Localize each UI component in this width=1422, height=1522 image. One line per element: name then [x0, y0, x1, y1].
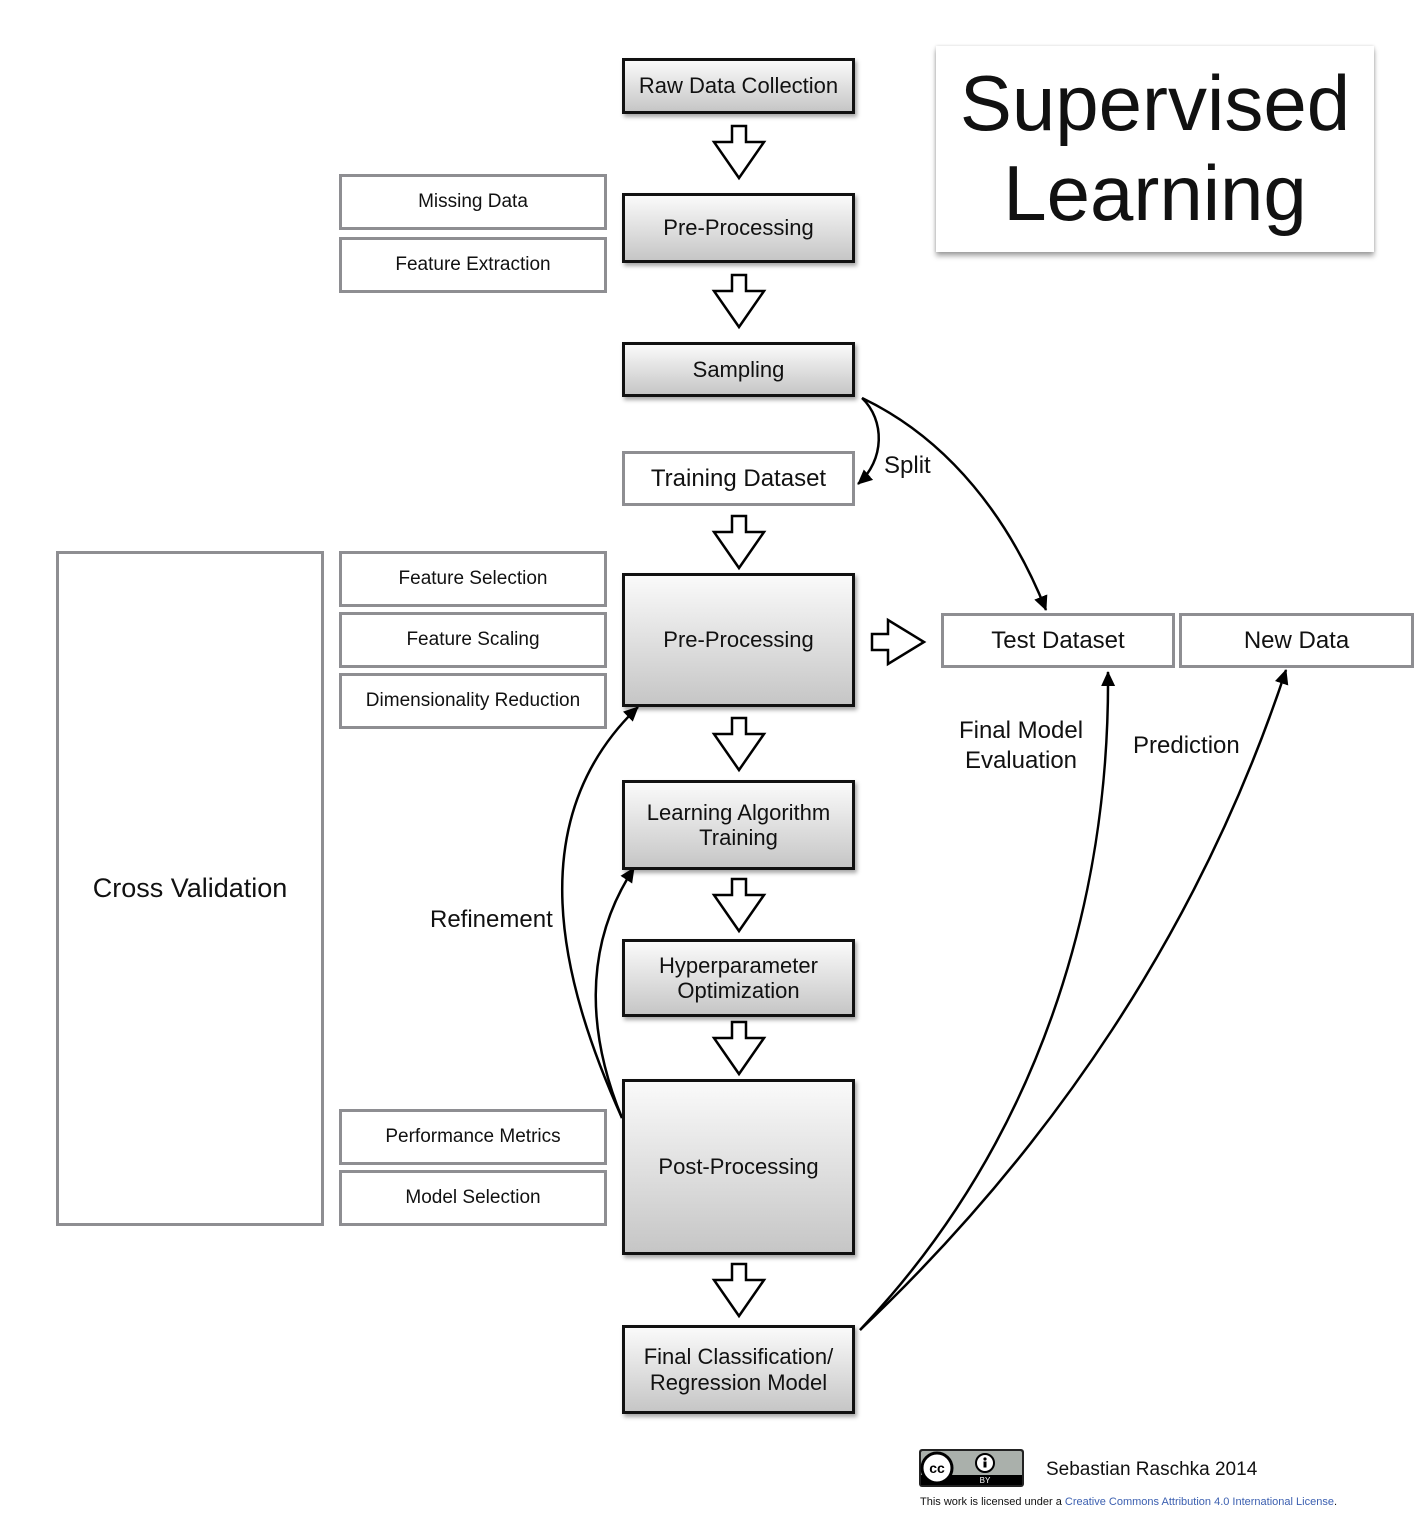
- feature-selection-label: Feature Selection: [398, 568, 548, 590]
- feature-scaling-box: Feature Scaling: [339, 612, 607, 668]
- cross-validation-box: Cross Validation: [56, 551, 324, 1226]
- author-credit: Sebastian Raschka 2014: [1046, 1459, 1258, 1480]
- flow-arrow-down-icon: [711, 716, 767, 773]
- performance-metrics-label: Performance Metrics: [385, 1126, 561, 1148]
- performance-metrics-box: Performance Metrics: [339, 1109, 607, 1165]
- final-model-box: Final Classification/ Regression Model: [622, 1325, 855, 1414]
- feature-scaling-label: Feature Scaling: [406, 629, 540, 651]
- license-prefix: This work is licensed under a: [920, 1496, 1065, 1508]
- cc-by-license-badge[interactable]: cc BY: [919, 1449, 1024, 1487]
- learning-algorithm-training-box: Learning Algorithm Training: [622, 780, 855, 870]
- test-dataset-box: Test Dataset: [941, 613, 1175, 668]
- creative-commons-icon: cc BY: [920, 1451, 1022, 1485]
- hyperparameter-label-line1: Hyperparameter: [659, 952, 818, 978]
- final-model-label-line1: Final Classification/: [643, 1344, 834, 1370]
- post-processing-box: Post-Processing: [622, 1079, 855, 1255]
- cc-text: cc: [929, 1460, 945, 1476]
- flow-arrow-down-icon: [711, 877, 767, 934]
- sampling-box: Sampling: [622, 342, 855, 397]
- training-dataset-label: Training Dataset: [650, 464, 827, 492]
- training-dataset-box: Training Dataset: [622, 451, 855, 506]
- license-suffix: .: [1333, 1496, 1338, 1508]
- final-model-evaluation-line2: Evaluation: [964, 747, 1078, 774]
- pre-processing-box-2: Pre-Processing: [622, 573, 855, 707]
- title-line-2: Learning: [1003, 149, 1307, 237]
- hyperparameter-label-line2: Optimization: [677, 978, 800, 1003]
- feature-extraction-label: Feature Extraction: [395, 254, 551, 276]
- flow-arrow-down-icon: [711, 273, 767, 330]
- pre-processing-label-2: Pre-Processing: [663, 627, 814, 653]
- diagram-title: Supervised Learning: [936, 46, 1374, 252]
- new-data-label: New Data: [1243, 626, 1350, 654]
- raw-data-collection-box: Raw Data Collection: [622, 58, 855, 114]
- final-model-evaluation-label: Final Model Evaluation: [950, 716, 1092, 776]
- flow-arrow-down-icon: [711, 514, 767, 571]
- license-link[interactable]: Creative Commons Attribution 4.0 Interna…: [1065, 1496, 1334, 1508]
- raw-data-collection-label: Raw Data Collection: [638, 73, 839, 99]
- flow-arrow-down-icon: [711, 124, 767, 181]
- final-model-evaluation-line1: Final Model: [958, 717, 1084, 744]
- flow-arrow-down-icon: [711, 1262, 767, 1319]
- prediction-label: Prediction: [1133, 732, 1240, 759]
- by-text: BY: [980, 1476, 991, 1485]
- pre-processing-box-1: Pre-Processing: [622, 193, 855, 263]
- test-split-arrow: [861, 396, 1048, 611]
- hyperparameter-optimization-box: Hyperparameter Optimization: [622, 939, 855, 1017]
- title-line-1: Supervised: [959, 59, 1351, 147]
- missing-data-box: Missing Data: [339, 174, 607, 230]
- test-dataset-label: Test Dataset: [991, 626, 1125, 654]
- learning-algorithm-label-line1: Learning Algorithm: [646, 799, 831, 825]
- dimensionality-reduction-box: Dimensionality Reduction: [339, 673, 607, 729]
- dimensionality-reduction-label: Dimensionality Reduction: [365, 690, 581, 712]
- model-selection-label: Model Selection: [405, 1187, 541, 1209]
- refinement-label: Refinement: [430, 906, 553, 933]
- flow-arrow-right-icon: [870, 617, 927, 667]
- cross-validation-label: Cross Validation: [92, 872, 288, 903]
- post-processing-label: Post-Processing: [658, 1154, 819, 1180]
- license-notice: This work is licensed under a Creative C…: [920, 1496, 1337, 1508]
- feature-selection-box: Feature Selection: [339, 551, 607, 607]
- missing-data-label: Missing Data: [418, 191, 528, 213]
- pre-processing-label-1: Pre-Processing: [663, 215, 814, 241]
- flow-arrow-down-icon: [711, 1020, 767, 1077]
- split-label: Split: [884, 452, 931, 479]
- learning-algorithm-label-line2: Training: [699, 825, 778, 850]
- final-model-label-line2: Regression Model: [649, 1369, 828, 1395]
- feature-extraction-box: Feature Extraction: [339, 237, 607, 293]
- new-data-box: New Data: [1179, 613, 1414, 668]
- model-selection-box: Model Selection: [339, 1170, 607, 1226]
- split-arrow: [857, 397, 880, 485]
- sampling-label: Sampling: [692, 356, 785, 382]
- refinement-arrow-preprocessing: [561, 706, 639, 1119]
